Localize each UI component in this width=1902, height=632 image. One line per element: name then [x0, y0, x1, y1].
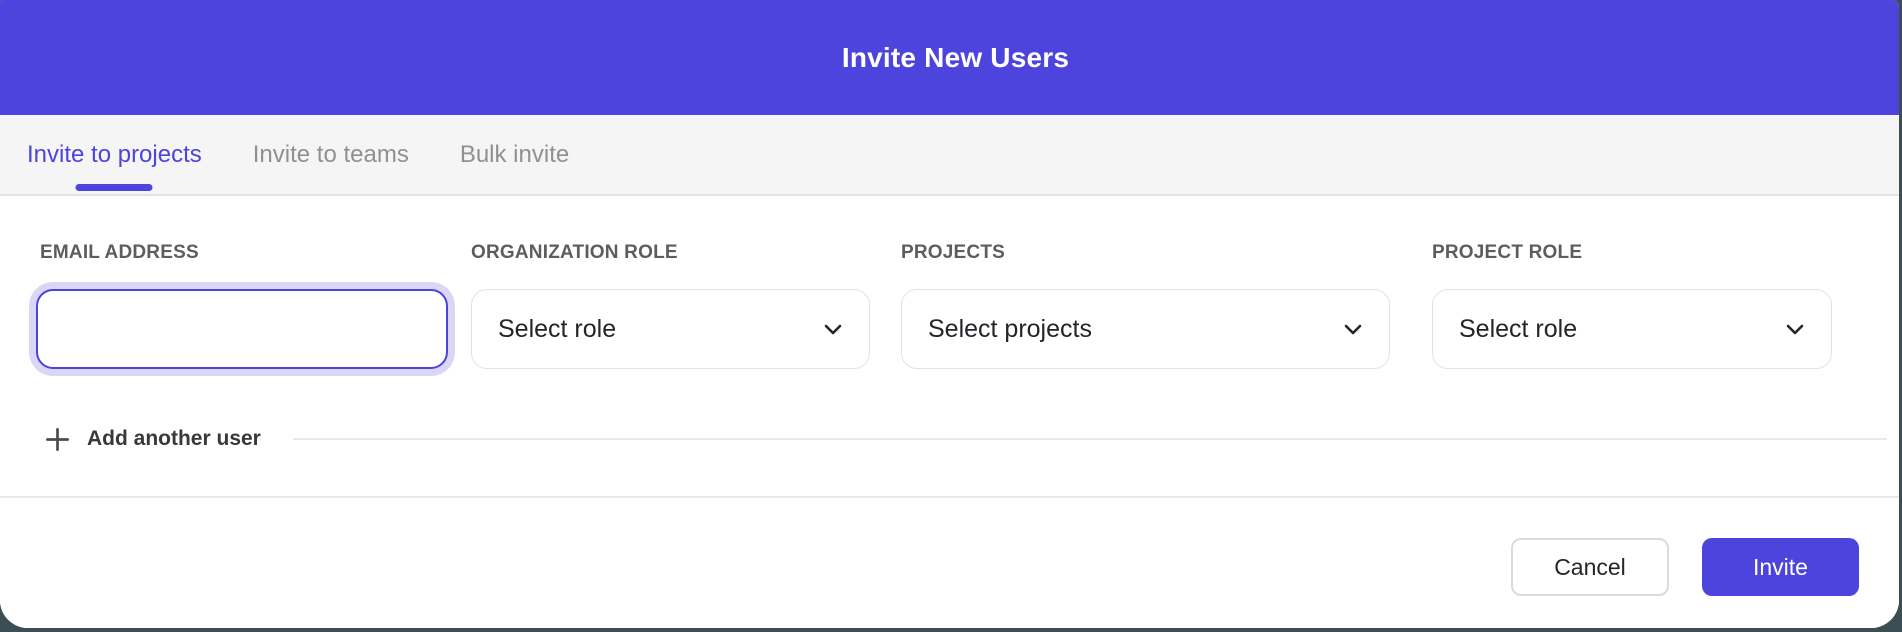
projects-label: PROJECTS — [901, 242, 1390, 264]
tab-label: Invite to projects — [27, 141, 202, 169]
add-another-user-button[interactable]: Add another user — [44, 426, 261, 453]
tab-invite-to-projects[interactable]: Invite to projects — [27, 115, 202, 194]
email-address-label: EMAIL ADDRESS — [40, 242, 448, 264]
project-role-label: PROJECT ROLE — [1432, 242, 1832, 264]
cancel-button[interactable]: Cancel — [1511, 538, 1669, 596]
add-user-row: Add another user — [44, 424, 1887, 454]
chevron-down-icon — [821, 317, 845, 341]
tab-bulk-invite[interactable]: Bulk invite — [460, 115, 569, 194]
dialog-title: Invite New Users — [830, 42, 1069, 74]
chevron-down-icon — [1783, 317, 1807, 341]
email-field-group: EMAIL ADDRESS — [36, 242, 448, 369]
dialog-header: Invite New Users — [0, 0, 1899, 115]
projects-select[interactable]: Select projects — [901, 289, 1390, 369]
invite-button[interactable]: Invite — [1702, 538, 1859, 596]
email-address-input[interactable] — [36, 289, 448, 369]
projects-select-value: Select projects — [928, 315, 1092, 344]
invite-new-users-dialog: Invite New Users Invite to projects Invi… — [0, 0, 1899, 628]
screen-backdrop: Invite New Users Invite to projects Invi… — [0, 0, 1902, 632]
organization-role-field-group: ORGANIZATION ROLE Select role — [471, 242, 870, 369]
organization-role-select[interactable]: Select role — [471, 289, 870, 369]
dialog-tabbar: Invite to projects Invite to teams Bulk … — [0, 115, 1899, 196]
chevron-down-icon — [1341, 317, 1365, 341]
tab-label: Bulk invite — [460, 141, 569, 169]
row-divider — [293, 438, 1887, 440]
tab-invite-to-teams[interactable]: Invite to teams — [253, 115, 409, 194]
project-role-select[interactable]: Select role — [1432, 289, 1832, 369]
project-role-select-value: Select role — [1459, 315, 1577, 344]
plus-icon — [44, 426, 71, 453]
projects-field-group: PROJECTS Select projects — [901, 242, 1390, 369]
organization-role-select-value: Select role — [498, 315, 616, 344]
organization-role-label: ORGANIZATION ROLE — [471, 242, 870, 264]
project-role-field-group: PROJECT ROLE Select role — [1432, 242, 1832, 369]
dialog-footer: Cancel Invite — [0, 498, 1899, 628]
tab-label: Invite to teams — [253, 141, 409, 169]
add-another-user-label: Add another user — [87, 427, 261, 451]
active-tab-indicator — [76, 184, 153, 191]
